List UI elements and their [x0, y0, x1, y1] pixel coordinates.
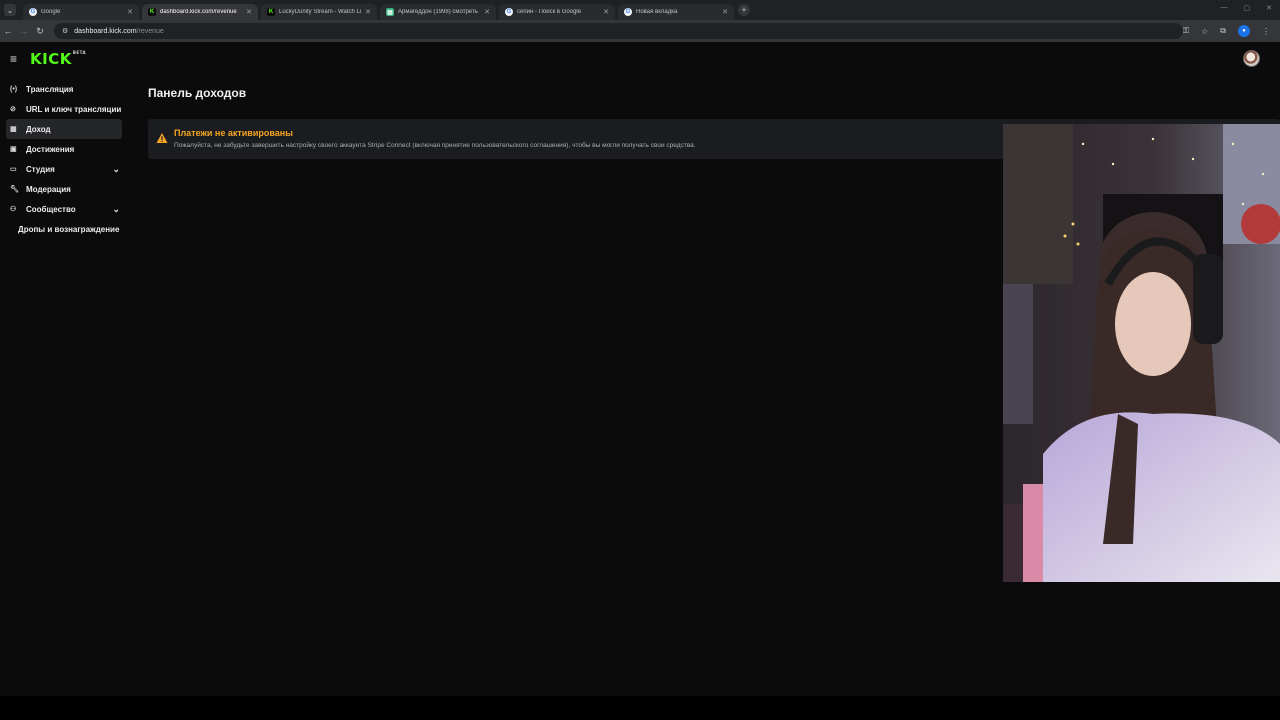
google-icon: G [624, 8, 632, 16]
hamburger-menu-icon[interactable]: ≡ [10, 52, 24, 66]
forward-icon[interactable]: → [16, 26, 32, 36]
url-input[interactable]: ⚙ dashboard.kick.com/revenue [54, 23, 1184, 39]
revenue-icon: ▦ [10, 126, 17, 133]
browser-tab[interactable]: K LuckyDunity Stream - Watch Li ✕ [261, 4, 377, 20]
top-nav: ≡ KICKBETA [0, 42, 1280, 76]
profile-icon[interactable]: ● [1238, 25, 1250, 37]
tab-search-button[interactable]: ⌄ [4, 4, 16, 16]
webcam-overlay [1003, 124, 1280, 582]
user-avatar[interactable] [1243, 50, 1260, 67]
chevron-down-icon[interactable]: ⌄ [112, 204, 120, 215]
wrench-icon: 🔧︎ [10, 186, 19, 193]
close-icon[interactable]: ✕ [246, 8, 252, 16]
page-title: Панель доходов [148, 86, 247, 100]
browser-tab[interactable]: G Google ✕ [23, 4, 139, 20]
browser-tab-strip: ⌄ G Google ✕ K dashboard.kick.com/revenu… [0, 0, 1280, 20]
warning-icon [156, 133, 168, 143]
address-bar: ← → ↻ ⚙ dashboard.kick.com/revenue ⚿ ☆ ⧉… [0, 20, 1280, 42]
community-icon: ⚇ [10, 206, 17, 213]
beta-badge: BETA [72, 50, 87, 55]
close-window-icon[interactable]: ✕ [1266, 4, 1272, 12]
achievements-icon: ▣ [10, 146, 17, 153]
google-icon: G [29, 8, 37, 16]
webcam-image [1003, 124, 1280, 582]
url-host: dashboard.kick.com [74, 27, 137, 35]
close-icon[interactable]: ✕ [484, 8, 490, 16]
chevron-down-icon[interactable]: ⌄ [112, 164, 120, 175]
close-icon[interactable]: ✕ [722, 8, 728, 16]
tab-title: Новая вкладка [636, 9, 678, 15]
toolbar-icons: ⚿ ☆ ⧉ ● ⋮ [1183, 25, 1270, 37]
close-icon[interactable]: ✕ [603, 8, 609, 16]
new-tab-button[interactable]: + [738, 4, 750, 16]
sidebar-item-moderation[interactable]: 🔧︎ Модерация [6, 179, 122, 199]
tab-title: LuckyDunity Stream - Watch Li [279, 9, 362, 15]
sidebar-item-community[interactable]: ⚇ Сообщество ⌄ [6, 199, 122, 219]
browser-tab[interactable]: G Новая вкладка ✕ [618, 4, 734, 20]
minimize-icon[interactable]: — [1221, 4, 1228, 12]
sidebar-item-label: Студия [26, 164, 55, 174]
url-path: /revenue [136, 27, 164, 35]
tab-title: Google [41, 9, 61, 15]
sidebar-item-label: Дропы и вознаграждение [18, 224, 120, 234]
tab-title: Армагеддон (1998) смотреть [398, 9, 478, 15]
bookmark-star-icon[interactable]: ☆ [1201, 27, 1208, 36]
sidebar-item-studio[interactable]: ▭ Студия ⌄ [6, 159, 122, 179]
password-key-icon[interactable]: ⚿ [1183, 26, 1189, 36]
sidebar: (•) Трансляция ⊘ URL и ключ трансляции ▦… [6, 79, 122, 239]
kick-icon: K [267, 8, 275, 16]
browser-tab[interactable]: ▤ Армагеддон (1998) смотреть ✕ [380, 4, 496, 20]
studio-icon: ▭ [10, 166, 17, 173]
logo-text: KICK [30, 50, 72, 68]
kick-logo[interactable]: KICKBETA [30, 50, 86, 68]
site-info-icon[interactable]: ⚙ [62, 27, 68, 35]
extensions-icon[interactable]: ⧉ [1220, 26, 1226, 36]
alert-title: Платежи не активированы [174, 128, 293, 138]
window-controls: — ▢ ✕ [1221, 4, 1273, 12]
main-content: Панель доходов [148, 86, 246, 100]
taskbar-strip [0, 696, 1280, 720]
back-icon[interactable]: ← [0, 26, 16, 36]
sidebar-item-stream-key[interactable]: ⊘ URL и ключ трансляции [6, 99, 122, 119]
sidebar-item-label: Трансляция [26, 84, 74, 94]
sidebar-item-achievements[interactable]: ▣ Достижения [6, 139, 122, 159]
sheet-icon: ▤ [386, 8, 394, 16]
reload-icon[interactable]: ↻ [32, 26, 48, 37]
browser-tab[interactable]: G сепин - Поиск в Google ✕ [499, 4, 615, 20]
tab-title: сепин - Поиск в Google [517, 9, 582, 15]
alert-text: Пожалуйста, не забудьте завершить настро… [174, 142, 696, 149]
sidebar-item-label: Доход [26, 124, 51, 134]
link-icon: ⊘ [10, 106, 16, 113]
sidebar-item-label: Достижения [26, 144, 75, 154]
sidebar-item-label: Модерация [26, 184, 71, 194]
close-icon[interactable]: ✕ [127, 8, 133, 16]
tab-title: dashboard.kick.com/revenue [160, 9, 237, 15]
sidebar-item-drops[interactable]: Дропы и вознаграждение [6, 219, 122, 239]
sidebar-item-revenue[interactable]: ▦ Доход [6, 119, 122, 139]
sidebar-item-label: URL и ключ трансляции [26, 104, 122, 114]
google-icon: G [505, 8, 513, 16]
browser-tab-active[interactable]: K dashboard.kick.com/revenue ✕ [142, 4, 258, 20]
sidebar-item-label: Сообщество [26, 204, 76, 214]
menu-dots-icon[interactable]: ⋮ [1262, 27, 1270, 36]
maximize-icon[interactable]: ▢ [1244, 4, 1251, 12]
close-icon[interactable]: ✕ [365, 8, 371, 16]
kick-icon: K [148, 8, 156, 16]
sidebar-item-broadcast[interactable]: (•) Трансляция [6, 79, 122, 99]
broadcast-icon: (•) [10, 85, 18, 93]
